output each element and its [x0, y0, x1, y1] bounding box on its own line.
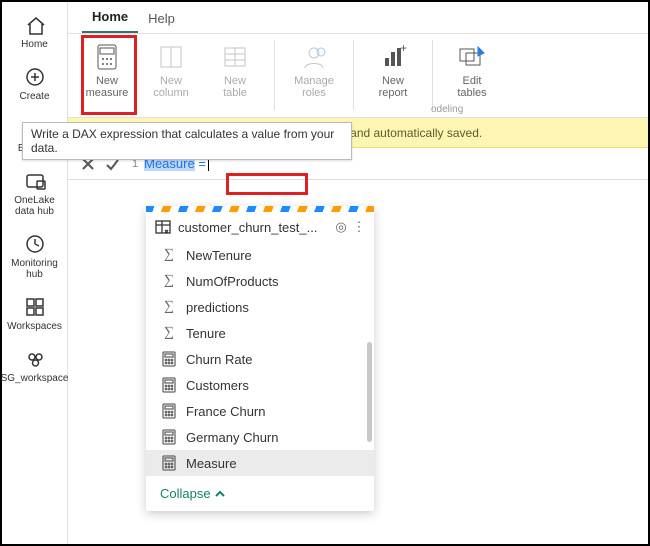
- workspaces-icon: [24, 296, 46, 318]
- sidebar-item-label: SG_workspace: [1, 373, 69, 384]
- group-icon: [24, 348, 46, 370]
- table-model-icon: [154, 218, 172, 236]
- fields-panel-header: customer_churn_test_... ◎ ⋮: [146, 212, 374, 242]
- fields-table-name: customer_churn_test_...: [178, 220, 332, 235]
- sidebar-item-label: Workspaces: [7, 321, 62, 332]
- ribbon-group-label: odeling: [431, 104, 463, 115]
- sidebar-item-monitoring[interactable]: Monitoring hub: [2, 227, 67, 290]
- field-item-label: France Churn: [186, 404, 265, 419]
- ribbon-label: New: [96, 75, 118, 87]
- sidebar-item-sgworkspace[interactable]: SG_workspace: [2, 342, 67, 394]
- field-item-label: Churn Rate: [186, 352, 252, 367]
- tab-help[interactable]: Help: [138, 5, 185, 33]
- plus-circle-icon: [24, 66, 46, 88]
- tab-home[interactable]: Home: [82, 3, 138, 33]
- calculator-icon: [160, 350, 178, 368]
- field-item-label: Germany Churn: [186, 430, 278, 445]
- new-report-button[interactable]: + Newreport: [366, 40, 420, 99]
- visibility-icon[interactable]: ◎: [332, 219, 350, 235]
- left-sidebar: Home Create Browse OneLake data hub Moni…: [2, 2, 68, 544]
- fields-list: ∑ NewTenure ∑ NumOfProducts ∑ predictions ∑ Ten…: [146, 242, 374, 480]
- sidebar-item-label: Home: [21, 39, 48, 50]
- field-item[interactable]: ∑ predictions: [146, 294, 374, 320]
- collapse-button[interactable]: Collapse: [146, 480, 374, 511]
- chevron-up-icon: [215, 489, 225, 499]
- field-item[interactable]: ∑ NumOfProducts: [146, 268, 374, 294]
- calculator-icon: [160, 428, 178, 446]
- new-table-button: Newtable: [208, 40, 262, 99]
- manage-roles-button: Manageroles: [287, 40, 341, 99]
- field-item[interactable]: France Churn: [146, 398, 374, 424]
- collapse-label: Collapse: [160, 486, 211, 501]
- edit-tables-icon: [457, 42, 487, 72]
- tab-bar: Home Help: [68, 2, 648, 34]
- calculator-icon: [92, 42, 122, 72]
- sigma-icon: ∑: [160, 298, 178, 316]
- field-item-label: Tenure: [186, 326, 226, 341]
- more-icon[interactable]: ⋮: [350, 219, 368, 235]
- report-icon: +: [378, 42, 408, 72]
- ribbon: Newmeasure Newcolumn Newtable Managerole…: [68, 34, 648, 118]
- calculator-icon: [160, 376, 178, 394]
- data-hub-icon: [24, 170, 46, 192]
- field-item[interactable]: ∑ NewTenure: [146, 242, 374, 268]
- sidebar-item-label: Create: [19, 91, 49, 102]
- tooltip: Write a DAX expression that calculates a…: [22, 122, 352, 160]
- sigma-icon: ∑: [160, 324, 178, 342]
- sidebar-item-home[interactable]: Home: [2, 8, 67, 60]
- new-column-button: Newcolumn: [144, 40, 198, 99]
- field-item[interactable]: Measure: [146, 450, 374, 476]
- sidebar-item-label: Monitoring hub: [11, 258, 58, 280]
- field-item[interactable]: Customers: [146, 372, 374, 398]
- svg-text:+: +: [400, 42, 407, 55]
- calculator-icon: [160, 454, 178, 472]
- new-measure-button[interactable]: Newmeasure: [80, 40, 134, 99]
- sigma-icon: ∑: [160, 272, 178, 290]
- field-item[interactable]: ∑ Tenure: [146, 320, 374, 346]
- sidebar-item-onelake[interactable]: OneLake data hub: [2, 164, 67, 227]
- field-item-label: Customers: [186, 378, 249, 393]
- calculator-icon: [160, 402, 178, 420]
- ribbon-label: measure: [86, 87, 129, 99]
- field-item[interactable]: Churn Rate: [146, 346, 374, 372]
- column-icon: [156, 42, 186, 72]
- scrollbar[interactable]: [367, 342, 372, 442]
- sidebar-item-workspaces[interactable]: Workspaces: [2, 290, 67, 342]
- monitoring-icon: [24, 233, 46, 255]
- field-item-label: Measure: [186, 456, 237, 471]
- field-item-label: NumOfProducts: [186, 274, 278, 289]
- roles-icon: [299, 42, 329, 72]
- edit-tables-button[interactable]: Edittables: [445, 40, 499, 99]
- fields-panel: customer_churn_test_... ◎ ⋮ ∑ NewTenure ∑ N…: [146, 206, 374, 511]
- table-icon: [220, 42, 250, 72]
- sidebar-item-create[interactable]: Create: [2, 60, 67, 112]
- field-item[interactable]: Germany Churn: [146, 424, 374, 450]
- sigma-icon: ∑: [160, 246, 178, 264]
- field-item-label: predictions: [186, 300, 249, 315]
- home-icon: [24, 14, 46, 36]
- sidebar-item-label: OneLake data hub: [14, 195, 55, 217]
- field-item-label: NewTenure: [186, 248, 252, 263]
